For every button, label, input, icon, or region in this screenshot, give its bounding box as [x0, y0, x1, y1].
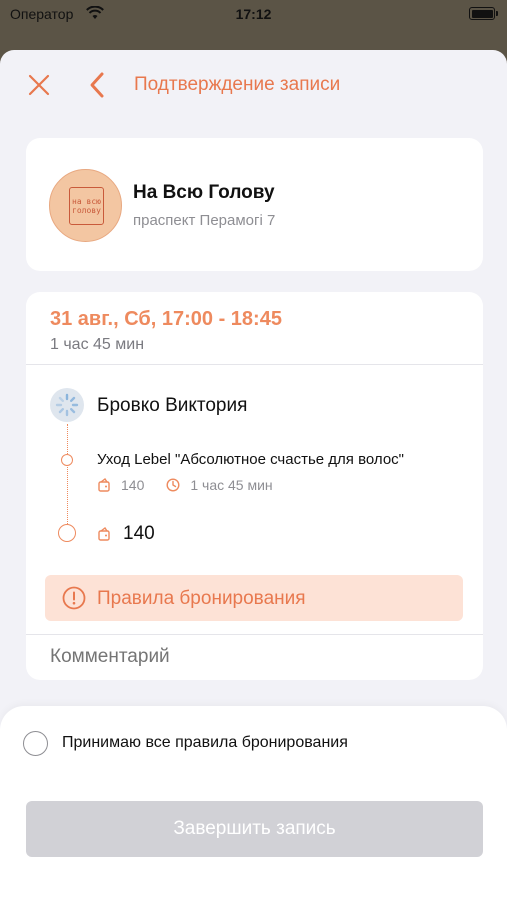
wallet-icon — [98, 478, 110, 492]
loading-spinner-icon — [55, 393, 79, 417]
status-bar: Оператор 17:12 — [0, 0, 507, 50]
service-price: 140 — [121, 477, 145, 493]
salon-card[interactable]: на всю голову На Всю Голову праспект Пер… — [26, 138, 483, 271]
salon-name: На Всю Голову — [133, 182, 275, 203]
divider — [26, 634, 483, 635]
timeline-line — [67, 424, 68, 532]
clock: 17:12 — [235, 6, 272, 22]
complete-booking-button[interactable]: Завершить запись — [26, 801, 483, 857]
service-meta: 140 1 час 45 мин — [97, 477, 273, 493]
salon-logo-line-2: голову — [72, 206, 101, 215]
comment-input[interactable] — [50, 646, 460, 668]
battery-icon — [469, 7, 498, 20]
master-avatar — [50, 388, 84, 422]
page-title: Подтверждение записи — [134, 74, 341, 95]
booking-rules-button[interactable]: Правила бронирования — [45, 575, 463, 621]
alert-circle-icon — [62, 586, 86, 610]
total-row: 140 — [97, 523, 155, 545]
salon-logo: на всю голову — [49, 169, 122, 242]
service-name: Уход Lebel "Абсолютное счастье для волос… — [97, 451, 404, 468]
accept-rules-radio[interactable] — [23, 731, 48, 756]
divider — [26, 364, 483, 365]
back-chevron-icon[interactable] — [86, 70, 108, 100]
bottom-action-sheet: Принимаю все правила бронирования Заверш… — [0, 706, 507, 900]
timeline-service-dot — [61, 454, 73, 466]
accept-rules-label[interactable]: Принимаю все правила бронирования — [62, 734, 348, 752]
total-price: 140 — [123, 523, 155, 544]
booking-rules-label: Правила бронирования — [97, 588, 306, 609]
booking-duration: 1 час 45 мин — [50, 336, 145, 353]
salon-logo-mark: на всю голову — [69, 187, 104, 225]
timeline-total-dot — [58, 524, 76, 542]
wallet-icon — [98, 527, 110, 541]
close-icon[interactable] — [26, 72, 52, 98]
master-name: Бровко Виктория — [97, 395, 248, 416]
service-duration: 1 час 45 мин — [190, 477, 273, 493]
clock-icon — [166, 478, 180, 492]
booking-details-card: 31 авг., Сб, 17:00 - 18:45 1 час 45 мин … — [26, 292, 483, 680]
booking-datetime: 31 авг., Сб, 17:00 - 18:45 — [50, 308, 282, 330]
salon-address: праспект Перамогі 7 — [133, 212, 276, 229]
salon-logo-line-1: на всю — [72, 197, 101, 206]
